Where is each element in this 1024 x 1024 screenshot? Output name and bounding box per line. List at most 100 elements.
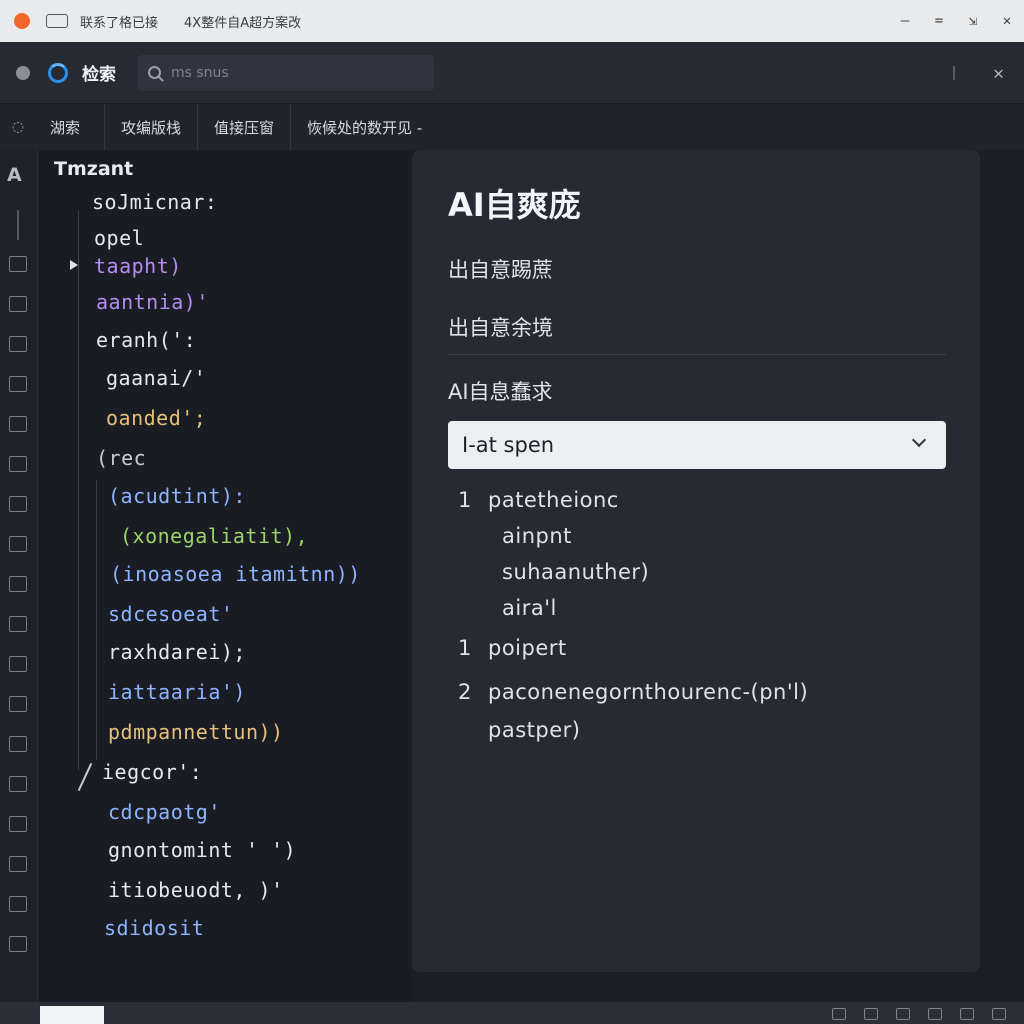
close-icon[interactable]: ✕ xyxy=(1000,14,1014,28)
toolbar: 检索 xyxy=(0,42,1024,104)
code-line: (inoasoea itamitnn)) xyxy=(110,562,361,586)
chat-icon[interactable]: ◌ xyxy=(0,104,36,150)
cursor-mark xyxy=(77,762,93,792)
image-icon[interactable] xyxy=(9,656,27,672)
terminal-icon[interactable] xyxy=(9,496,27,512)
status-tab[interactable] xyxy=(40,1006,104,1024)
panel-item-2[interactable]: 出自意余境 xyxy=(448,312,553,342)
section-label: AI自息蠢求 xyxy=(448,380,553,404)
result-number: 2 xyxy=(458,680,472,704)
ai-panel: AI自爽庞 出自意踢蔗 出自意余境 AI自息蠢求 I-at spen 1 pate… xyxy=(412,150,980,972)
status-icon-2[interactable] xyxy=(864,1008,878,1020)
title-bar: 联系了格已接 4X整件自A超方案改 – = ⇲ ✕ xyxy=(0,0,1024,42)
code-line: eranh(': xyxy=(96,328,197,352)
result-item[interactable]: patetheionc xyxy=(488,488,619,512)
pen-icon-3[interactable] xyxy=(9,856,27,872)
check-icon-2[interactable] xyxy=(9,576,27,592)
doc-icon[interactable] xyxy=(9,696,27,712)
indent-guide xyxy=(78,210,79,770)
file-icon[interactable] xyxy=(9,296,27,312)
tab-4[interactable]: 恢候处的数开见 - xyxy=(290,104,438,150)
divider-icon xyxy=(17,210,19,240)
chevron-down-icon xyxy=(911,432,927,448)
panel-title: AI自爽庞 xyxy=(448,186,581,224)
code-line: pdmpannettun)) xyxy=(108,720,284,744)
tab-2[interactable]: 攻编版栈 xyxy=(104,104,197,150)
model-select[interactable]: I-at spen xyxy=(448,421,946,469)
pen-icon[interactable] xyxy=(9,616,27,632)
code-editor[interactable]: Tmzant soJmicnar: opel taapht) aantnia)' era… xyxy=(38,150,410,1002)
folder-icon[interactable] xyxy=(9,336,27,352)
code-line: itiobeuodt, )' xyxy=(108,878,284,902)
code-line: gnontomint ' ') xyxy=(108,838,297,862)
code-line: iattaaria') xyxy=(108,680,246,704)
window-controls: – = ⇲ ✕ xyxy=(898,0,1014,42)
window-close-dot[interactable] xyxy=(14,13,30,29)
panel-divider xyxy=(448,354,946,355)
tab-1[interactable]: 湖索 xyxy=(36,104,104,150)
check-icon[interactable] xyxy=(9,536,27,552)
status-icon-1[interactable] xyxy=(832,1008,846,1020)
toolbar-label: 检索 xyxy=(82,65,116,85)
tab-bar: ◌ 湖索 攻编版栈 值接压窗 恢候处的数开见 - xyxy=(0,104,1024,150)
search-icon xyxy=(148,66,161,79)
result-item[interactable]: pastper) xyxy=(488,718,580,742)
app-icon xyxy=(46,14,68,28)
code-line: sdidosit xyxy=(104,916,205,940)
code-line: (rec xyxy=(96,446,147,470)
window-subtitle: 4X整件自A超方案改 xyxy=(184,15,302,31)
search-box[interactable] xyxy=(138,54,434,91)
more-icon[interactable] xyxy=(953,66,956,80)
result-number: 1 xyxy=(458,488,472,512)
font-icon[interactable]: A xyxy=(7,164,22,186)
fold-arrow-icon[interactable] xyxy=(70,260,78,270)
code-line: (xonegaliatit), xyxy=(120,524,309,548)
tab-3[interactable]: 值接压窗 xyxy=(197,104,290,150)
status-icon-3[interactable] xyxy=(896,1008,910,1020)
result-item[interactable]: poipert xyxy=(488,636,567,660)
code-line: (acudtint): xyxy=(108,484,246,508)
pen-icon-2[interactable] xyxy=(9,776,27,792)
grid-icon[interactable] xyxy=(9,896,27,912)
box-icon[interactable] xyxy=(9,456,27,472)
restore-icon[interactable]: ⇲ xyxy=(966,14,980,28)
pen-icon-4[interactable] xyxy=(9,936,27,952)
status-bar xyxy=(0,1002,1024,1024)
minimize-icon[interactable]: – xyxy=(898,14,912,28)
search-input[interactable] xyxy=(171,64,411,81)
result-item[interactable]: paconenegornthourenc-(pn'l) xyxy=(488,680,808,704)
code-line: sdcesoeat' xyxy=(108,602,234,626)
indent-guide-2 xyxy=(96,480,97,760)
code-line: oanded'; xyxy=(106,406,207,430)
status-icons xyxy=(832,1008,1006,1020)
window-title: 联系了格已接 xyxy=(80,15,159,31)
maximize-icon[interactable]: = xyxy=(932,14,946,28)
activity-bar: A xyxy=(0,150,38,1002)
status-icon-4[interactable] xyxy=(928,1008,942,1020)
select-value: I-at spen xyxy=(462,433,555,457)
code-line: raxhdarei); xyxy=(108,640,246,664)
code-line: soJmicnar: xyxy=(92,190,218,214)
code-line: opel xyxy=(94,226,145,250)
result-item[interactable]: ainpnt xyxy=(502,524,572,548)
status-icon-5[interactable] xyxy=(960,1008,974,1020)
status-dot xyxy=(16,65,30,80)
result-item[interactable]: aira'l xyxy=(502,596,557,620)
code-line: gaanai/' xyxy=(106,366,207,390)
result-item[interactable]: suhaanuther) xyxy=(502,560,649,584)
code-line: cdcpaotg' xyxy=(108,800,221,824)
panel-item-1[interactable]: 出自意踢蔗 xyxy=(448,254,553,284)
explorer-icon[interactable] xyxy=(9,256,27,272)
code-line: aantnia)' xyxy=(96,290,209,314)
debug-icon[interactable] xyxy=(9,416,27,432)
code-line: taapht) xyxy=(94,254,182,278)
code-line: iegcor': xyxy=(102,760,203,784)
toolbar-right: ✕ xyxy=(953,42,1024,104)
result-number: 1 xyxy=(458,636,472,660)
box-icon-2[interactable] xyxy=(9,816,27,832)
panel-close-icon[interactable]: ✕ xyxy=(993,63,1004,84)
list-icon[interactable] xyxy=(9,736,27,752)
status-icon-6[interactable] xyxy=(992,1008,1006,1020)
code-title: Tmzant xyxy=(54,158,134,180)
edit-icon[interactable] xyxy=(9,376,27,392)
